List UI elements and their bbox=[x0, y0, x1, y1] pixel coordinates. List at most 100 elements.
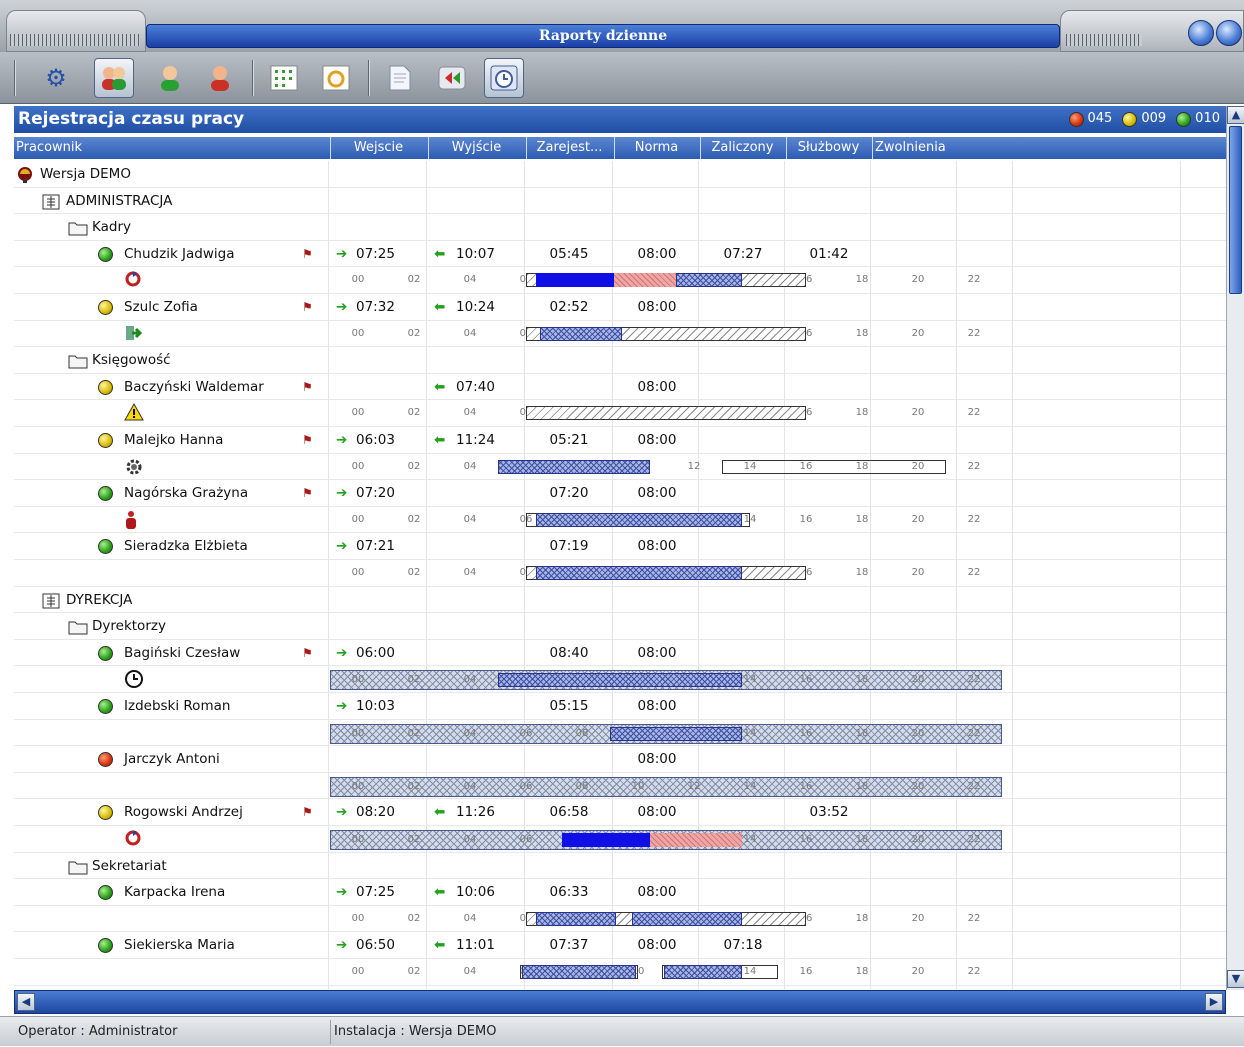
entry-time: 06:00 bbox=[356, 644, 395, 661]
timeline: 000204060810121416182022 bbox=[330, 563, 1002, 583]
folder-icon[interactable] bbox=[68, 352, 88, 369]
calendar-grid-icon[interactable] bbox=[264, 58, 304, 98]
timeline-hour-label: 18 bbox=[855, 274, 869, 286]
department-icon[interactable] bbox=[42, 193, 60, 210]
employee-name[interactable]: Nagórska Grażyna bbox=[124, 480, 248, 506]
column-credited[interactable]: Zaliczony bbox=[700, 137, 784, 159]
employee-name[interactable]: Chudzik Jadwiga bbox=[124, 241, 235, 267]
employee-name[interactable]: Izdebski Roman bbox=[124, 693, 230, 719]
timeline-hour-label: 02 bbox=[407, 327, 421, 339]
employee-name[interactable]: Rogowski Andrzej bbox=[124, 799, 243, 825]
flag-icon[interactable]: ⚑ bbox=[302, 294, 313, 320]
timeline-hour-label: 00 bbox=[351, 513, 365, 525]
timeline-hour-label: 02 bbox=[407, 674, 421, 686]
column-header-row: Pracownik Wejscie Wyjście Zarejest... No… bbox=[14, 137, 1226, 159]
tree-group[interactable]: Kadry bbox=[92, 214, 131, 240]
folder-icon[interactable] bbox=[68, 219, 88, 236]
user-green-icon[interactable] bbox=[150, 58, 190, 98]
document-icon[interactable] bbox=[380, 58, 420, 98]
exit-time: 11:26 bbox=[456, 804, 495, 821]
registered-time: 08:40 bbox=[549, 644, 589, 661]
status-yellow-icon bbox=[98, 805, 113, 821]
arrow-in-icon: ➔ bbox=[336, 644, 348, 661]
column-employee[interactable]: Pracownik bbox=[14, 137, 328, 159]
timeline-bar bbox=[650, 833, 742, 847]
entry-time: 07:21 bbox=[356, 538, 395, 555]
warning-icon[interactable] bbox=[124, 403, 144, 429]
employee-name[interactable]: Bagiński Czesław bbox=[124, 640, 240, 666]
vertical-scroll-thumb[interactable] bbox=[1229, 126, 1242, 294]
user-red-icon[interactable] bbox=[200, 58, 240, 98]
scroll-left-button[interactable]: ◀ bbox=[17, 993, 35, 1011]
column-registered[interactable]: Zarejest... bbox=[526, 137, 612, 159]
arrow-out-icon: ⬅ bbox=[434, 884, 446, 901]
yellow-status-icon bbox=[1122, 111, 1138, 127]
employee-name[interactable]: Siekierska Maria bbox=[124, 932, 235, 958]
timeline-hour-label: 04 bbox=[463, 674, 477, 686]
column-norm[interactable]: Norma bbox=[614, 137, 698, 159]
refresh-icon[interactable] bbox=[124, 270, 142, 296]
calendar-refresh-icon[interactable] bbox=[316, 58, 356, 98]
timeline-hour-label: 00 bbox=[351, 567, 365, 578]
flag-icon[interactable]: ⚑ bbox=[302, 640, 313, 666]
tree-group[interactable]: Dyrektorzy bbox=[92, 613, 166, 639]
tree-group[interactable]: Księgowość bbox=[92, 347, 171, 373]
arrow-in-icon: ➔ bbox=[336, 698, 348, 714]
flag-icon[interactable]: ⚑ bbox=[302, 799, 313, 825]
employee-name[interactable]: Baczyński Waldemar bbox=[124, 374, 264, 400]
minimize-button[interactable] bbox=[1188, 20, 1214, 46]
close-button[interactable] bbox=[1216, 20, 1242, 46]
scroll-right-button[interactable]: ▶ bbox=[1205, 993, 1223, 1011]
tree-group[interactable]: Sekretariat bbox=[92, 853, 167, 879]
timeline: 000204060810121416182022 bbox=[330, 457, 1002, 477]
column-in[interactable]: Wejscie bbox=[330, 137, 426, 159]
timeline-hour-label: 00 bbox=[351, 780, 365, 792]
count-green: 010 bbox=[1195, 111, 1220, 126]
timeline-hour-label: 22 bbox=[967, 407, 981, 419]
flag-icon[interactable]: ⚑ bbox=[302, 374, 313, 400]
status-green-icon bbox=[98, 645, 113, 661]
timeline-bar bbox=[498, 673, 742, 688]
timeline-hour-label: 02 bbox=[407, 274, 421, 286]
timeline-hour-label: 22 bbox=[967, 274, 981, 286]
timeline-bar bbox=[632, 911, 742, 926]
timeline-hour-label: 20 bbox=[911, 327, 925, 339]
employee-name[interactable]: Jarczyk Antoni bbox=[124, 746, 220, 772]
employee-name[interactable]: Sieradzka Elżbieta bbox=[124, 533, 248, 559]
employee-name[interactable]: Malejko Hanna bbox=[124, 427, 223, 453]
tree-department[interactable]: ADMINISTRACJA bbox=[66, 188, 172, 214]
grid-row: Jarczyk Antoni 08:00 bbox=[14, 746, 1226, 773]
grid-row: 000204060810121416182022 bbox=[14, 321, 1226, 348]
vertical-scrollbar[interactable]: ▲ ▼ bbox=[1226, 106, 1244, 990]
toolbar: ⚙ bbox=[0, 52, 1244, 104]
exit-icon[interactable] bbox=[124, 324, 143, 350]
entry-time: 10:03 bbox=[356, 698, 395, 714]
scroll-up-button[interactable]: ▲ bbox=[1227, 106, 1244, 124]
column-out[interactable]: Wyjście bbox=[428, 137, 524, 159]
folder-icon[interactable] bbox=[68, 618, 88, 635]
tree-root[interactable]: Wersja DEMO bbox=[40, 161, 131, 187]
timeline-bar bbox=[614, 273, 676, 288]
column-leave[interactable]: Zwolnienia bbox=[872, 137, 958, 159]
tree-department[interactable]: DYREKCJA bbox=[66, 587, 132, 613]
employee-name[interactable]: Karpacka Irena bbox=[124, 879, 225, 905]
scroll-down-button[interactable]: ▼ bbox=[1227, 970, 1244, 988]
clock-window-icon[interactable] bbox=[484, 58, 524, 98]
back-icon[interactable] bbox=[432, 58, 472, 98]
gear-icon[interactable]: ⚙ bbox=[36, 58, 76, 98]
folder-icon[interactable] bbox=[68, 858, 88, 875]
users-icon[interactable] bbox=[94, 58, 134, 98]
registered-time: 02:52 bbox=[549, 299, 589, 315]
timeline-hour-label: 02 bbox=[407, 966, 421, 977]
employee-name[interactable]: Szulc Zofia bbox=[124, 294, 198, 320]
timeline-hour-label: 20 bbox=[911, 274, 925, 286]
horizontal-scrollbar[interactable]: ◀ ▶ bbox=[14, 990, 1226, 1014]
flag-icon[interactable]: ⚑ bbox=[302, 480, 313, 506]
entry-time: 07:20 bbox=[356, 485, 395, 502]
refresh-icon[interactable] bbox=[124, 829, 142, 855]
flag-icon[interactable]: ⚑ bbox=[302, 427, 313, 453]
flag-icon[interactable]: ⚑ bbox=[302, 241, 313, 267]
department-icon[interactable] bbox=[42, 592, 60, 609]
column-business[interactable]: Służbowy bbox=[786, 137, 870, 159]
organization-icon[interactable] bbox=[16, 166, 34, 183]
